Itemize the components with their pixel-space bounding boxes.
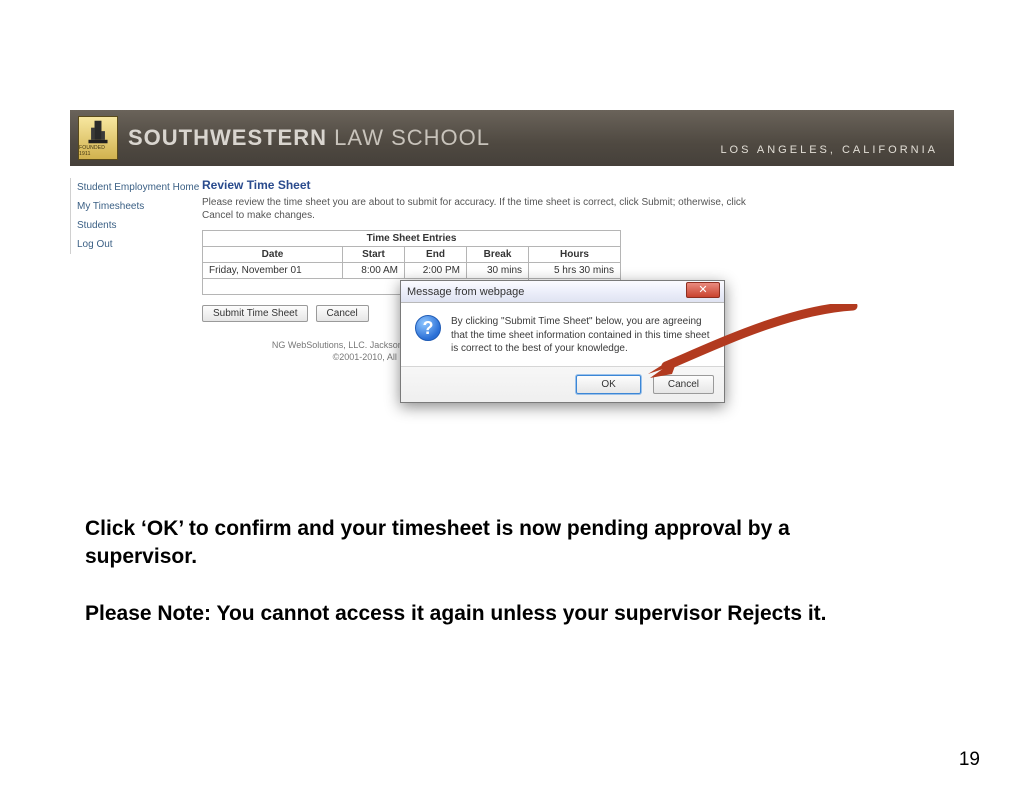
confirm-dialog: Message from webpage ✕ ? By clicking "Su… (400, 280, 725, 403)
caption-line2: Please Note: You cannot access it again … (85, 600, 905, 628)
th-break: Break (467, 247, 529, 263)
slide-caption: Click ‘OK’ to confirm and your timesheet… (85, 515, 905, 628)
logo: FOUNDED 1911 (78, 116, 118, 160)
submit-timesheet-button[interactable]: Submit Time Sheet (202, 305, 308, 322)
page-instructions: Please review the time sheet you are abo… (202, 196, 762, 222)
dialog-cancel-button[interactable]: Cancel (653, 375, 714, 394)
th-date: Date (203, 247, 343, 263)
question-icon: ? (415, 315, 441, 341)
cancel-button[interactable]: Cancel (316, 305, 369, 322)
brand-light: LAW SCHOOL (327, 125, 490, 150)
table-caption: Time Sheet Entries (203, 231, 621, 247)
sidebar-item-students[interactable]: Students (70, 216, 202, 235)
page-title: Review Time Sheet (202, 178, 954, 192)
dialog-message: By clicking "Submit Time Sheet" below, y… (451, 315, 710, 356)
th-start: Start (343, 247, 405, 263)
table-row: Friday, November 01 8:00 AM 2:00 PM 30 m… (203, 263, 621, 279)
cell-break: 30 mins (467, 263, 529, 279)
dialog-actions: OK Cancel (401, 366, 724, 402)
cell-start: 8:00 AM (343, 263, 405, 279)
close-icon[interactable]: ✕ (686, 282, 720, 298)
app-banner: FOUNDED 1911 SOUTHWESTERN LAW SCHOOL LOS… (70, 110, 954, 166)
th-end: End (405, 247, 467, 263)
caption-line1: Click ‘OK’ to confirm and your timesheet… (85, 515, 905, 572)
logo-strip: FOUNDED 1911 (79, 145, 117, 157)
cell-end: 2:00 PM (405, 263, 467, 279)
brand-strong: SOUTHWESTERN (128, 125, 327, 150)
sidebar: Student Employment Home My Timesheets St… (70, 178, 202, 363)
banner-location: LOS ANGELES, CALIFORNIA (720, 144, 938, 156)
cell-hours: 5 hrs 30 mins (529, 263, 621, 279)
sidebar-item-logout[interactable]: Log Out (70, 235, 202, 254)
sidebar-item-timesheets[interactable]: My Timesheets (70, 197, 202, 216)
dialog-title: Message from webpage (407, 286, 524, 298)
cell-date: Friday, November 01 (203, 263, 343, 279)
dialog-titlebar: Message from webpage ✕ (401, 281, 724, 303)
ok-button[interactable]: OK (576, 375, 640, 394)
sidebar-item-home[interactable]: Student Employment Home (70, 178, 202, 197)
brand-title: SOUTHWESTERN LAW SCHOOL (128, 125, 490, 151)
th-hours: Hours (529, 247, 621, 263)
page-number: 19 (959, 749, 980, 771)
